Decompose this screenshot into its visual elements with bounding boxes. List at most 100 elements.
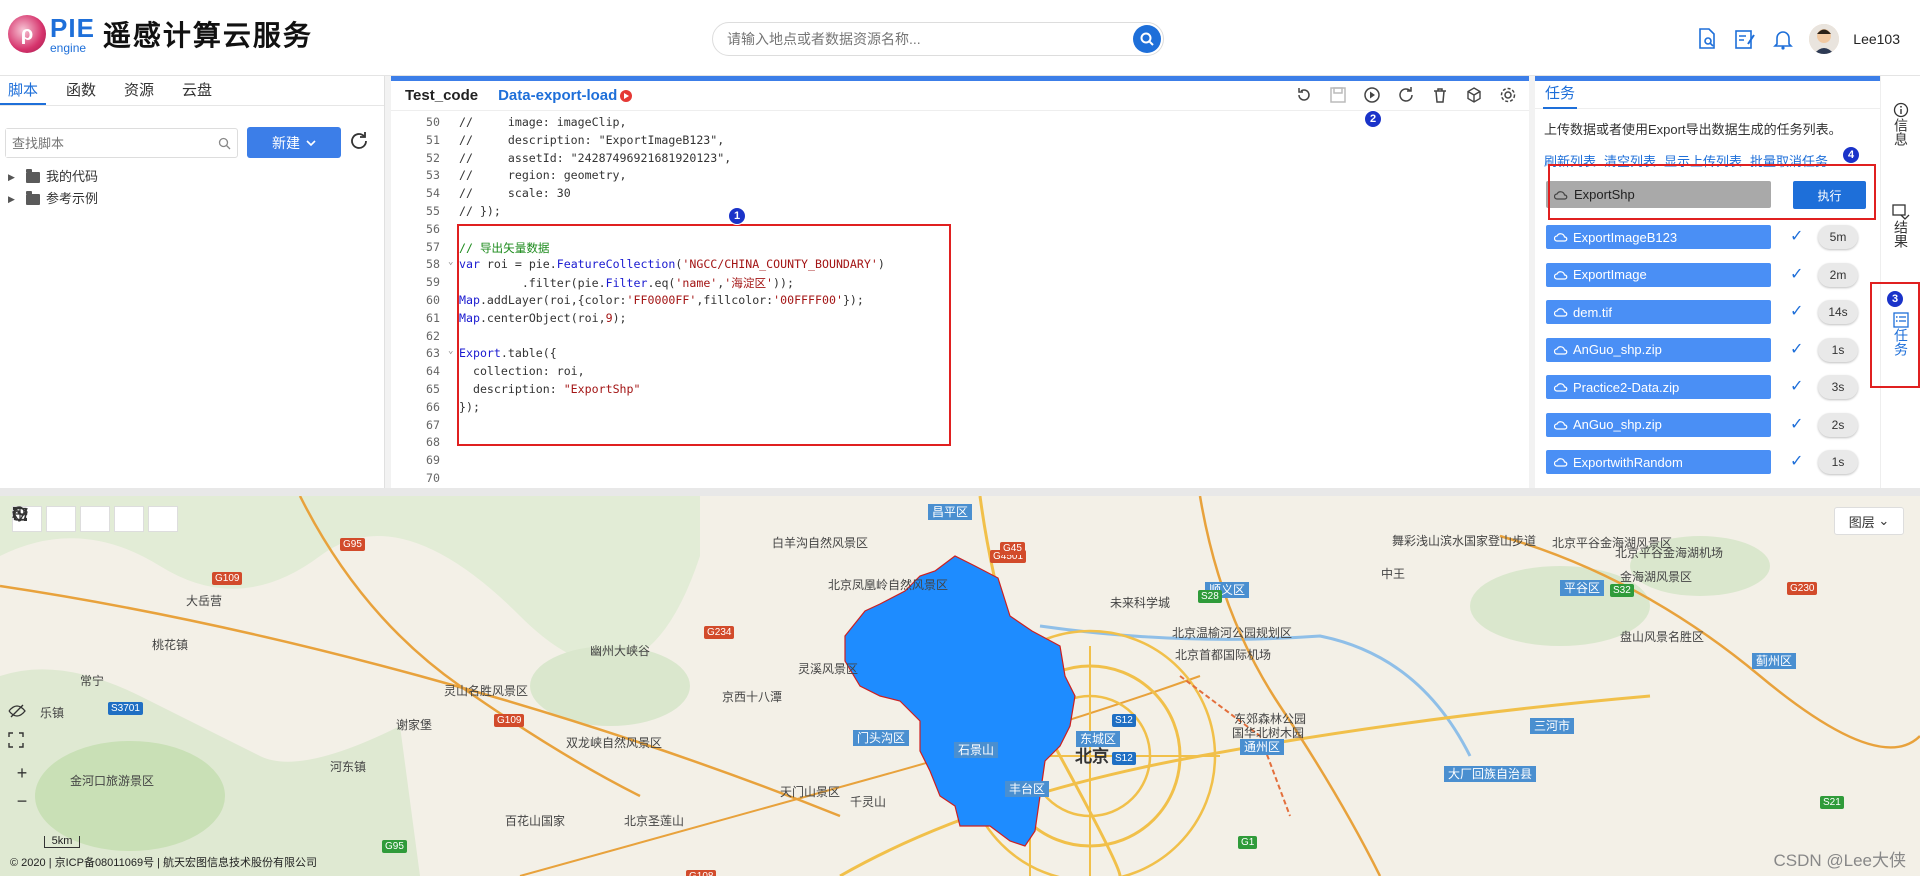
undo-icon[interactable] (1293, 84, 1315, 106)
task-row: Practice2-Data.zip ✓ 3s (1546, 372, 1858, 410)
task-duration: 2s (1818, 412, 1858, 437)
code-text: // description: "ExportImageB123", (459, 132, 725, 147)
road-shield-label: G230 (1787, 582, 1818, 595)
expand-arrow-icon[interactable]: ▶ (8, 166, 20, 188)
code-line[interactable]: 69 (391, 453, 1529, 471)
road-shield-label: G95 (382, 840, 407, 853)
refresh-scripts-button[interactable] (348, 130, 370, 157)
zoom-in-button[interactable]: + (8, 760, 36, 786)
fold-marker-icon[interactable] (448, 151, 459, 169)
tab-scripts[interactable]: 脚本 (0, 76, 47, 105)
document-search-icon[interactable] (1695, 27, 1719, 51)
tab-cloud-drive[interactable]: 云盘 (174, 76, 220, 105)
task-item[interactable]: AnGuo_shp.zip (1546, 337, 1771, 362)
save-icon[interactable] (1327, 84, 1349, 106)
task-name: dem.tif (1573, 304, 1613, 320)
fullscreen-icon[interactable] (8, 732, 36, 758)
code-line[interactable]: 50 // image: imageClip, (391, 115, 1529, 133)
layers-button[interactable]: 图层 ⌄ (1834, 507, 1904, 535)
code-line[interactable]: 54 // scale: 30 (391, 186, 1529, 204)
map-place-label: 中王 (1381, 567, 1406, 581)
task-row: ExportImage ✓ 2m (1546, 260, 1858, 298)
road-shield-label: S21 (1820, 796, 1844, 809)
user-avatar[interactable] (1809, 24, 1840, 54)
run-icon[interactable] (1361, 84, 1383, 106)
bell-icon[interactable] (1771, 27, 1795, 51)
task-item[interactable]: ExportImage (1546, 262, 1771, 287)
point-marker-icon[interactable] (13, 506, 76, 532)
line-number: 68 (426, 435, 440, 450)
fold-marker-icon[interactable] (448, 471, 459, 489)
map-place-label: 丰台区 (1005, 781, 1050, 797)
code-line[interactable]: 70 (391, 471, 1529, 489)
layers-label: 图层 (1848, 514, 1875, 530)
edit-notes-icon[interactable] (1733, 27, 1757, 51)
cube-icon[interactable] (1463, 84, 1485, 106)
task-item[interactable]: ExportImageB123 (1546, 225, 1771, 249)
polygon-draw-icon[interactable] (12, 506, 144, 532)
road-shield-label: G109 (494, 714, 525, 727)
line-number: 60 (426, 292, 440, 307)
map-place-label: 幽州大峡谷 (590, 644, 651, 658)
expand-arrow-icon[interactable]: ▶ (8, 188, 20, 210)
task-row: AnGuo_shp.zip ✓ 2s (1546, 410, 1858, 448)
hide-layers-icon[interactable] (8, 704, 36, 730)
location-search-input[interactable] (713, 23, 1113, 55)
annotation-badge-1: 1 (728, 207, 746, 225)
search-button[interactable] (1133, 25, 1161, 53)
editor-toolbar (1293, 84, 1519, 106)
line-draw-icon[interactable] (12, 506, 110, 532)
line-number: 64 (426, 364, 440, 379)
task-row: dem.tif ✓ 14s (1546, 297, 1858, 335)
task-item[interactable]: ExportwithRandom (1546, 450, 1771, 474)
username[interactable]: Lee103 (1853, 31, 1900, 47)
watermark: CSDN @Lee大侠 (1773, 851, 1906, 870)
horizontal-splitter[interactable] (0, 488, 1920, 496)
fold-marker-icon[interactable] (448, 115, 459, 133)
code-line[interactable]: 55 // }); (391, 204, 1529, 222)
search-icon (1140, 32, 1154, 46)
script-search-input[interactable] (6, 129, 206, 157)
chevron-down-icon (306, 139, 316, 146)
code-line[interactable]: 51 // description: "ExportImageB123", (391, 133, 1529, 151)
line-number: 63 (426, 346, 440, 361)
fold-marker-icon[interactable] (448, 204, 459, 222)
task-row: AnGuo_shp.zip ✓ 1s (1546, 335, 1858, 373)
side-tab-info[interactable]: 信息 (1881, 102, 1920, 146)
side-tab-results[interactable]: 结果 (1881, 204, 1920, 248)
tab-test-code[interactable]: Test_code (405, 87, 478, 104)
new-script-button[interactable]: 新建 (247, 127, 341, 158)
fold-marker-icon[interactable] (448, 186, 459, 204)
line-number: 51 (426, 132, 440, 147)
annotation-box-pending-task (1548, 164, 1876, 220)
tab-functions[interactable]: 函数 (58, 76, 104, 105)
road-shield-label: S12 (1112, 752, 1136, 765)
map-view[interactable]: 图层 ⌄ + − 5km © 2020 | 京ICP备08011069号 | 航… (0, 496, 1920, 876)
tasks-title[interactable]: 任务 (1543, 81, 1578, 109)
reload-icon[interactable] (1395, 84, 1417, 106)
tab-resources[interactable]: 资源 (116, 76, 162, 105)
trash-icon[interactable] (1429, 84, 1451, 106)
fold-marker-icon[interactable] (448, 168, 459, 186)
tree-item-examples[interactable]: ▶ 参考示例 (8, 188, 98, 210)
rectangle-draw-icon[interactable] (13, 506, 178, 532)
fold-marker-icon[interactable] (448, 453, 459, 471)
zoom-out-button[interactable]: − (8, 788, 36, 814)
settings-gear-icon[interactable] (1497, 84, 1519, 106)
road-shield-label: S32 (1610, 584, 1634, 597)
fold-marker-icon[interactable] (448, 133, 459, 151)
tab-data-export-load[interactable]: Data-export-load (498, 87, 633, 104)
code-text: // region: geometry, (459, 168, 627, 183)
task-item[interactable]: Practice2-Data.zip (1546, 375, 1771, 399)
app-title: 遥感计算云服务 (102, 20, 313, 51)
code-line[interactable]: 52 // assetId: "24287496921681920123", (391, 151, 1529, 169)
app-logo[interactable]: ρ PIE engine 遥感计算云服务 (8, 14, 313, 54)
task-item[interactable]: dem.tif (1546, 300, 1771, 324)
tree-item-my-code[interactable]: ▶ 我的代码 (8, 166, 98, 188)
line-number: 66 (426, 399, 440, 414)
road-shield-label: G234 (704, 626, 735, 639)
code-line[interactable]: 53 // region: geometry, (391, 168, 1529, 186)
task-item[interactable]: AnGuo_shp.zip (1546, 412, 1771, 437)
tasks-header: 任务 (1535, 81, 1880, 109)
task-duration: 1s (1818, 337, 1858, 362)
